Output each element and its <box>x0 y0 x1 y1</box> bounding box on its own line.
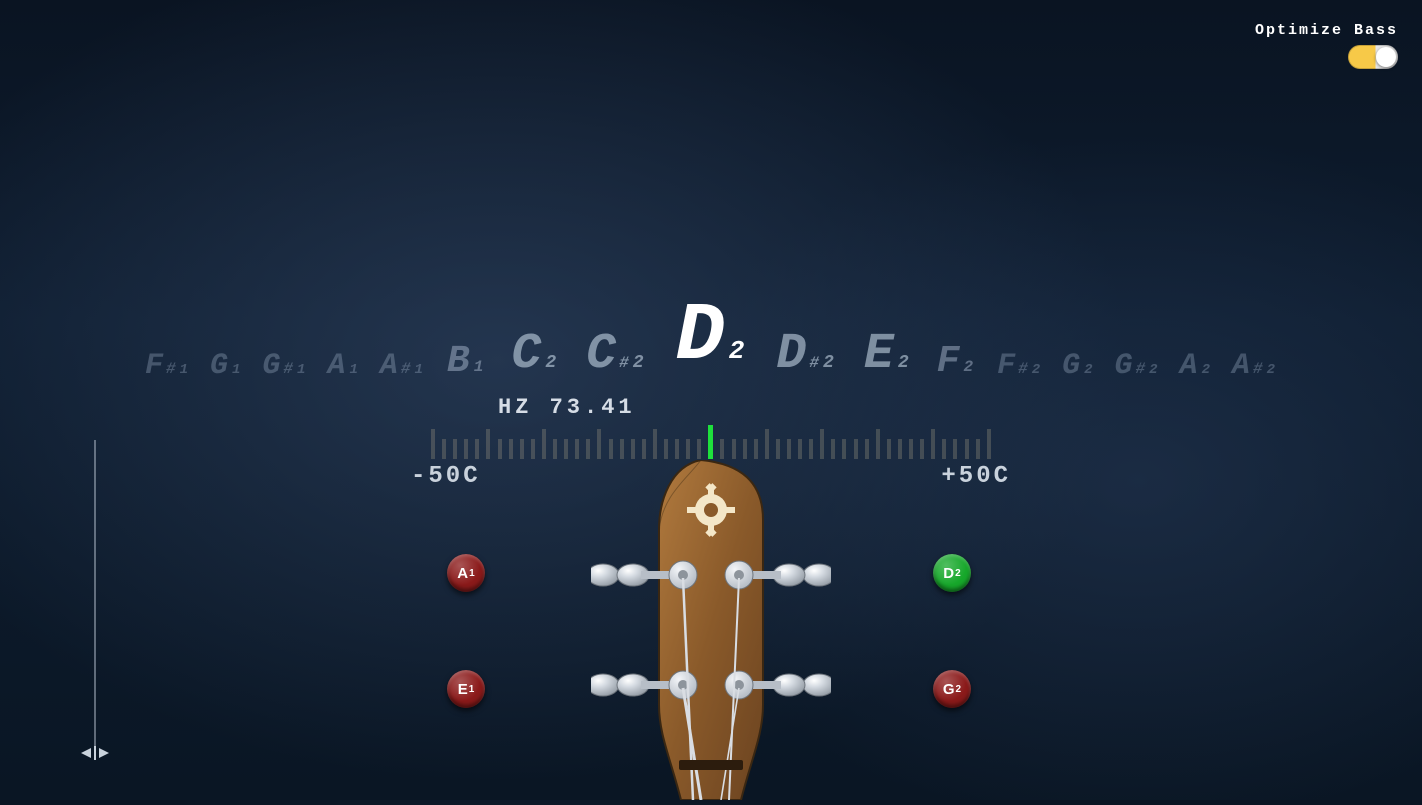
level-handle[interactable] <box>81 746 109 760</box>
cents-tick <box>586 439 590 459</box>
cents-tick <box>486 429 490 459</box>
note-scale-strip: F#1 G1 G#1 A1 A#1 B1 C2 C#2 D2 D#2 E2 F2 F#2 G2 G#2 A2 A… <box>0 290 1422 383</box>
cents-tick <box>931 429 935 459</box>
cents-tick <box>898 439 902 459</box>
cents-tick <box>798 439 802 459</box>
cents-tick <box>575 439 579 459</box>
cents-tick <box>732 439 736 459</box>
toggle-knob <box>1376 47 1396 67</box>
scale-note: A2 <box>1180 349 1212 383</box>
cents-tick <box>464 439 468 459</box>
string-note: E <box>458 681 468 698</box>
scale-note: A1 <box>327 349 359 383</box>
hz-value: 73.41 <box>550 395 636 420</box>
scale-note: F#1 <box>145 349 190 383</box>
cents-indicator <box>708 425 713 459</box>
optimize-bass-toggle[interactable] <box>1348 45 1398 69</box>
cents-left-label: -50C <box>411 463 481 490</box>
scale-note: F2 <box>937 340 975 383</box>
cents-tick <box>976 439 980 459</box>
cents-tick <box>776 439 780 459</box>
cents-tick <box>987 429 991 459</box>
cents-tick <box>965 439 969 459</box>
string-note: A <box>457 565 468 582</box>
input-level-slider[interactable] <box>80 440 110 760</box>
cents-tick <box>754 439 758 459</box>
cents-tick <box>642 439 646 459</box>
cents-tick <box>564 439 568 459</box>
cents-tick <box>453 439 457 459</box>
cents-tick <box>842 439 846 459</box>
cents-tick <box>653 429 657 459</box>
string-button-g2[interactable]: G2 <box>933 670 971 708</box>
optimize-bass-control: Optimize Bass <box>1255 22 1398 69</box>
cents-right-label: +50C <box>941 463 1011 490</box>
frequency-readout: HZ 73.41 <box>498 395 636 420</box>
cents-tick <box>675 439 679 459</box>
scale-note: D2 <box>676 290 747 383</box>
cents-tick <box>620 439 624 459</box>
scale-note: B1 <box>447 340 485 383</box>
cents-tick <box>509 439 513 459</box>
cents-meter: -50C +50C <box>431 425 991 485</box>
cents-tick <box>631 439 635 459</box>
cents-tick <box>531 439 535 459</box>
optimize-bass-label: Optimize Bass <box>1255 22 1398 39</box>
cents-meter-ticks <box>431 425 991 459</box>
cents-tick <box>743 439 747 459</box>
cents-tick <box>542 429 546 459</box>
string-note: D <box>943 565 954 582</box>
cents-tick <box>865 439 869 459</box>
cents-tick <box>498 439 502 459</box>
string-octave: 1 <box>469 568 475 579</box>
string-octave: 1 <box>469 684 475 695</box>
cents-tick <box>876 429 880 459</box>
hz-label: HZ <box>498 395 532 420</box>
tuning-settings-button[interactable] <box>689 492 733 536</box>
scale-note: G1 <box>210 349 242 383</box>
cents-tick <box>475 439 479 459</box>
cents-tick <box>953 439 957 459</box>
cents-tick <box>697 439 701 459</box>
scale-note: D#2 <box>776 326 835 383</box>
scale-note: G#1 <box>262 349 307 383</box>
cents-tick <box>787 439 791 459</box>
cents-tick <box>597 429 601 459</box>
cents-tick <box>854 439 858 459</box>
cents-tick <box>831 439 835 459</box>
cents-tick <box>820 429 824 459</box>
cents-tick <box>431 429 435 459</box>
slider-handle-icon <box>81 746 109 760</box>
string-octave: 2 <box>956 684 962 695</box>
cents-tick <box>809 439 813 459</box>
cents-tick <box>942 439 946 459</box>
cents-tick <box>686 439 690 459</box>
string-octave: 2 <box>955 568 961 579</box>
scale-note: C2 <box>511 326 558 383</box>
cents-tick <box>520 439 524 459</box>
cents-tick <box>609 439 613 459</box>
string-button-d2[interactable]: D2 <box>933 554 971 592</box>
scale-note: A#1 <box>380 349 425 383</box>
scale-note: C#2 <box>586 326 645 383</box>
cents-tick <box>720 439 724 459</box>
string-button-a1[interactable]: A1 <box>447 554 485 592</box>
cents-tick <box>765 429 769 459</box>
cents-tick <box>909 439 913 459</box>
cents-tick <box>553 439 557 459</box>
level-track <box>94 440 96 760</box>
scale-note: G#2 <box>1115 349 1160 383</box>
string-note: G <box>943 681 955 698</box>
cents-tick <box>664 439 668 459</box>
scale-note: E2 <box>864 326 911 383</box>
cents-tick <box>920 439 924 459</box>
cents-tick <box>887 439 891 459</box>
scale-note: A#2 <box>1232 349 1277 383</box>
scale-note: F#2 <box>997 349 1042 383</box>
scale-note: G2 <box>1062 349 1094 383</box>
cents-tick <box>442 439 446 459</box>
string-button-e1[interactable]: E1 <box>447 670 485 708</box>
